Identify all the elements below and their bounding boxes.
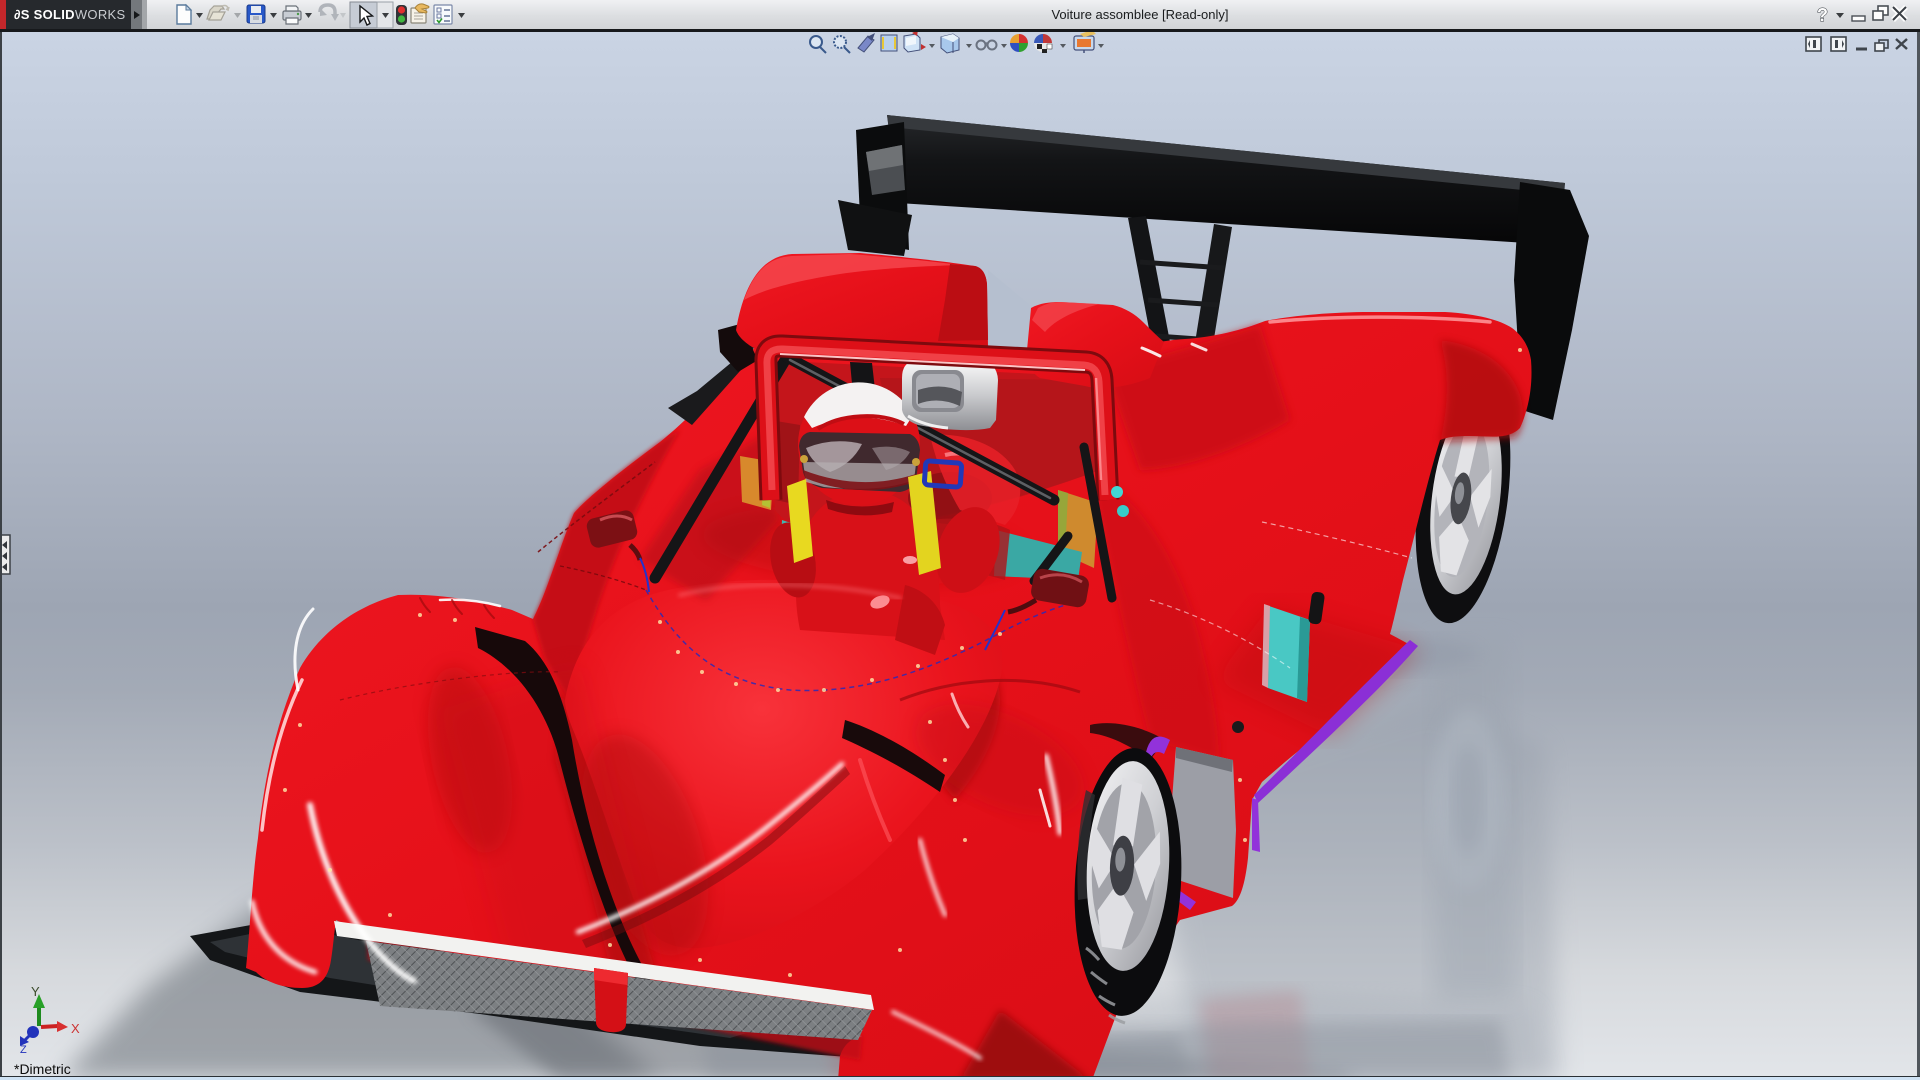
svg-text:*Dimetric: *Dimetric [14,1061,71,1077]
svg-text:?: ? [1817,5,1828,25]
svg-text:Z: Z [20,1044,27,1056]
svg-text:X: X [71,1021,80,1036]
